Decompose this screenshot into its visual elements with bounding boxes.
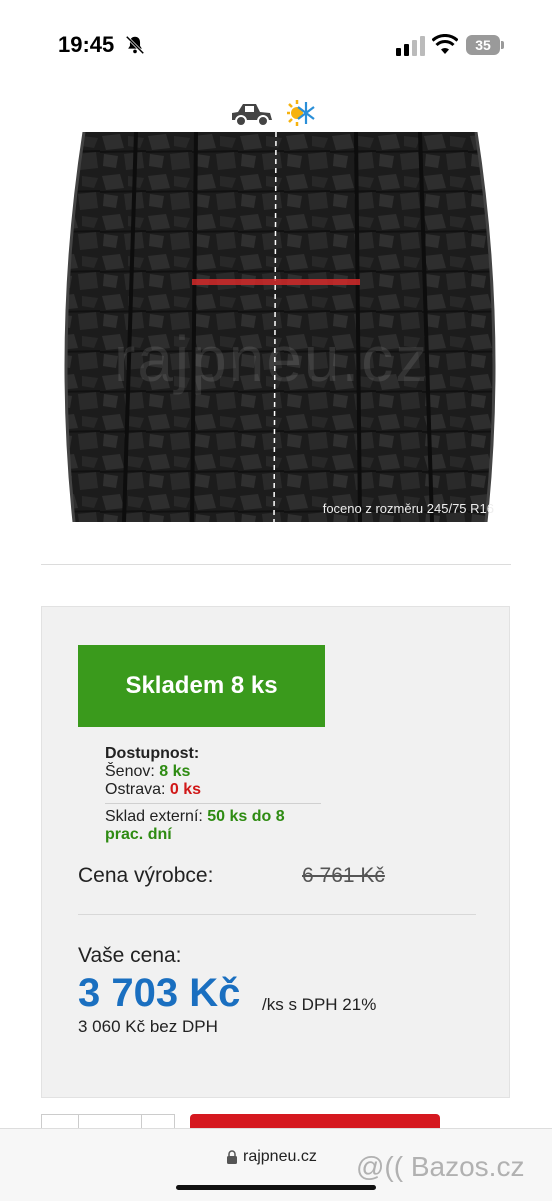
price-panel: Skladem 8 ks Dostupnost: Šenov: 8 ks Ost… — [41, 606, 510, 1098]
status-time: 19:45 — [58, 32, 115, 57]
sun-snowflake-icon — [287, 100, 315, 126]
bazos-watermark: @(( Bazos.cz — [356, 1151, 525, 1182]
status-bar: 19:45 35 — [0, 0, 552, 90]
price-without-vat: 3 060 Kč bez DPH — [78, 1017, 218, 1036]
lock-icon — [227, 1150, 237, 1164]
bell-muted-icon — [125, 35, 145, 55]
your-price: 3 703 Kč — [78, 971, 241, 1015]
cellular-signal-icon — [396, 36, 425, 56]
manufacturer-price-label: Cena výrobce: — [78, 864, 214, 887]
manufacturer-price: 6 761 Kč — [302, 864, 385, 887]
url-text[interactable]: rajpneu.cz — [243, 1148, 317, 1166]
availability-senov: Šenov: 8 ks — [105, 763, 191, 780]
wifi-icon — [432, 34, 458, 54]
battery-icon: 35 — [466, 35, 504, 55]
battery-level: 35 — [466, 35, 500, 55]
your-price-label: Vaše cena: — [78, 944, 182, 967]
stock-status-button[interactable]: Skladem 8 ks — [78, 645, 325, 727]
price-unit-note: /ks s DPH 21% — [262, 995, 377, 1014]
car-icon — [232, 104, 272, 127]
divider — [41, 564, 511, 565]
product-image[interactable]: rajpneu.cz foceno z rozměru 245/75 R16 — [54, 132, 506, 522]
photo-caption: foceno z rozměru 245/75 R16 — [322, 501, 494, 516]
browser-address-bar[interactable]: rajpneu.cz @(( Bazos.cz — [0, 1128, 552, 1201]
home-indicator[interactable] — [176, 1185, 376, 1190]
availability-title: Dostupnost: — [105, 745, 200, 762]
availability-block: Dostupnost: Šenov: 8 ks Ostrava: 0 ks Sk… — [105, 745, 325, 844]
availability-external: Sklad externí: 50 ks do 8 prac. dní — [105, 808, 285, 843]
image-watermark: rajpneu.cz — [114, 323, 430, 395]
divider — [105, 803, 321, 804]
divider — [78, 914, 476, 915]
availability-ostrava: Ostrava: 0 ks — [105, 781, 202, 798]
tire-usage-icons — [230, 98, 320, 132]
